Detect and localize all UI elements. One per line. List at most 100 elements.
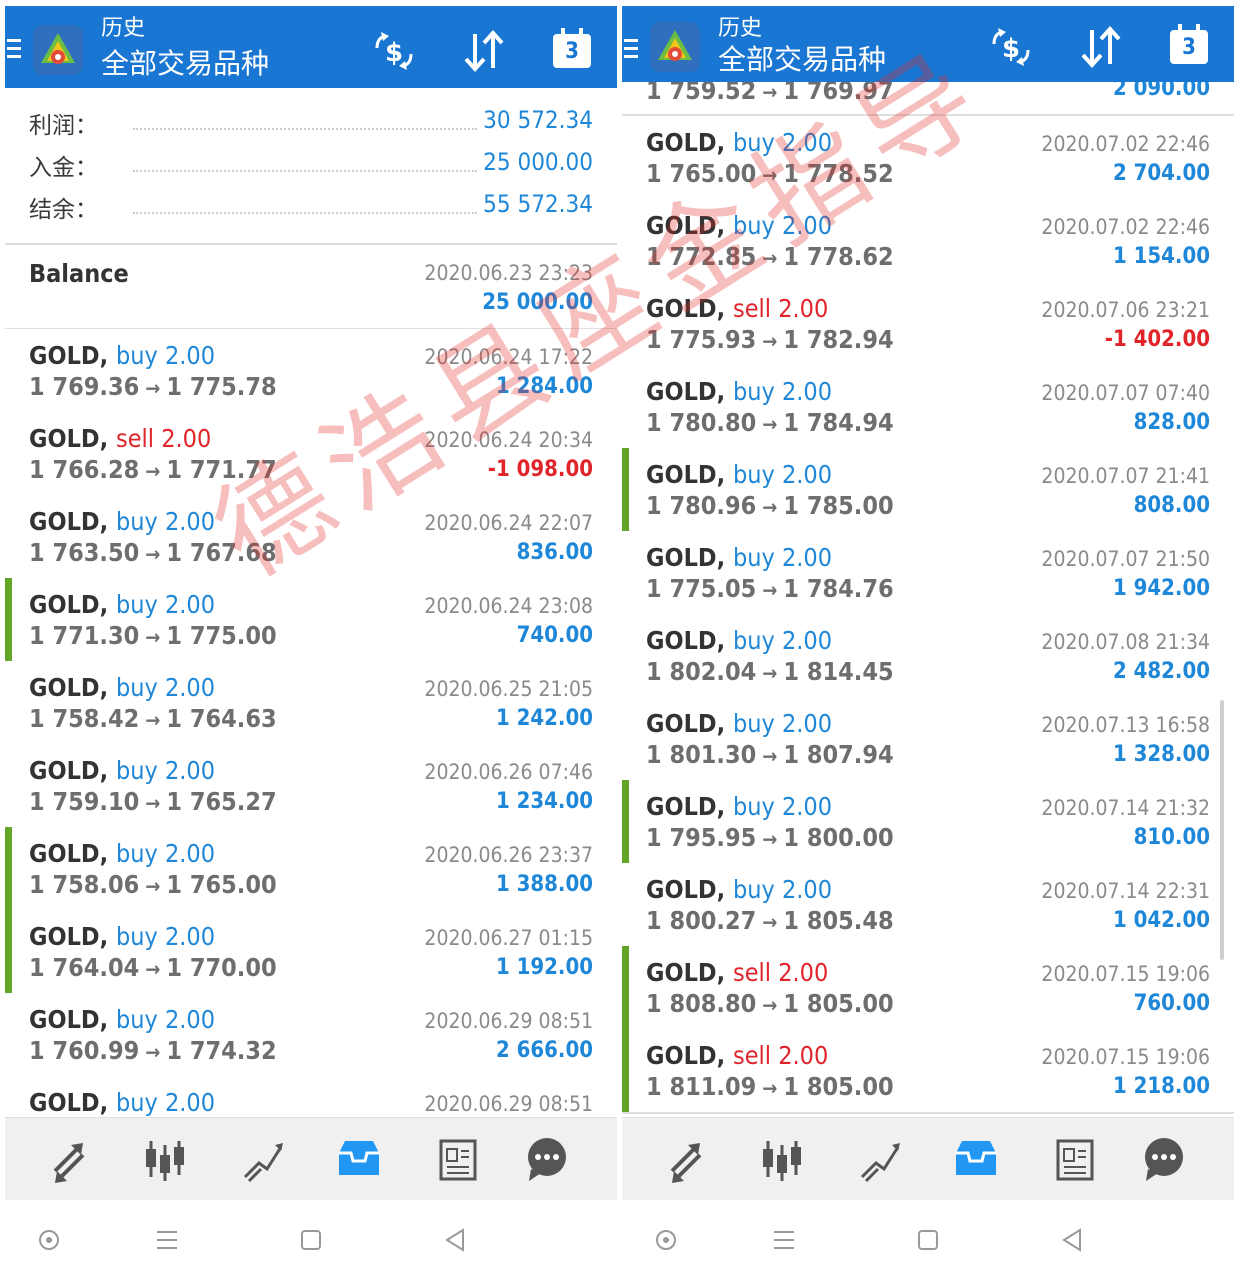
trade-side: buy — [115, 590, 158, 619]
table-row[interactable]: GOLD, buy 2.00 1 758.06 → 1 765.00 2020.06… — [5, 827, 617, 912]
table-row[interactable]: GOLD, buy 2.00 1 763.50 → 1 767.68 2020.06… — [5, 495, 617, 580]
trade-symbol: GOLD — [29, 922, 100, 951]
trade-prices: 1 765.00 → 1 778.52 — [646, 159, 894, 190]
separator: , — [716, 460, 733, 489]
trade-symbol: GOLD — [29, 424, 100, 453]
profit-row: 利润： 30 572.34 — [5, 102, 617, 144]
balance-row: 结余： 55 572.34 — [5, 186, 617, 228]
app-header: 历史 全部交易品种 $ 3 — [5, 6, 617, 88]
header-subtitle[interactable]: 全部交易品种 — [101, 46, 269, 82]
back-icon[interactable] — [1058, 1226, 1086, 1254]
table-row[interactable]: GOLD, buy 2.00 1 795.95 → 1 800.00 2020.07… — [622, 780, 1234, 865]
menu-icon[interactable] — [153, 1226, 181, 1254]
sort-icon[interactable] — [1078, 24, 1124, 70]
header-subtitle[interactable]: 全部交易品种 — [718, 42, 886, 78]
back-icon[interactable] — [441, 1226, 469, 1254]
arrow-icon: → — [762, 495, 778, 519]
trade-icon[interactable] — [239, 1135, 287, 1183]
table-row[interactable]: GOLD, buy 2.00 1 802.04 → 1 814.45 2020.07… — [622, 614, 1234, 699]
trade-profit: 808.00 — [1133, 493, 1210, 518]
trade-title: GOLD, buy 2.00 — [29, 1088, 215, 1118]
trade-profit: 760.00 — [1133, 991, 1210, 1016]
trade-volume: 2.00 — [781, 460, 833, 489]
open-price: 1 808.80 — [646, 989, 757, 1018]
table-row[interactable]: GOLD, buy 2.00 1 765.00 → 1 778.52 2020.07… — [622, 116, 1234, 201]
trade-volume: 2.00 — [161, 424, 212, 453]
trade-title: GOLD, buy 2.00 — [646, 792, 832, 822]
table-row[interactable]: GOLD, sell 2.00 1 808.80 → 1 805.00 2020.0… — [622, 946, 1234, 1031]
table-row[interactable]: GOLD, sell 2.00 1 811.09 → 1 805.00 2020.0… — [622, 1029, 1234, 1114]
trade-side: buy — [115, 756, 158, 785]
chart-icon[interactable] — [141, 1135, 189, 1183]
trade-time: 2020.07.13 16:58 — [1041, 713, 1210, 737]
trade-symbol: GOLD — [29, 839, 100, 868]
currency-exchange-icon[interactable]: $ — [371, 28, 417, 74]
menu-icon[interactable] — [624, 39, 640, 61]
scrollbar[interactable] — [1220, 700, 1224, 960]
table-row[interactable]: GOLD, buy 2.00 1 775.05 → 1 784.76 2020.07… — [622, 531, 1234, 616]
table-row[interactable]: GOLD, buy 2.00 1 758.42 → 1 764.63 2020.06… — [5, 661, 617, 746]
chat-icon[interactable] — [523, 1135, 571, 1183]
news-icon[interactable] — [433, 1135, 481, 1183]
calendar-icon[interactable]: 3 — [549, 28, 595, 74]
history-icon[interactable] — [952, 1135, 1000, 1183]
news-icon[interactable] — [1050, 1135, 1098, 1183]
open-price: 1 772.85 — [646, 242, 757, 271]
arrow-icon: → — [762, 744, 778, 768]
table-row[interactable]: GOLD, buy 2.00 1 759.10 → 1 765.27 2020.06… — [5, 744, 617, 829]
table-row[interactable]: GOLD, buy 2.00 1 769.36 → 1 775.78 2020.06… — [5, 329, 617, 414]
trade-volume: 2.00 — [164, 673, 216, 702]
open-price: 1 771.30 — [29, 621, 140, 650]
menu-icon[interactable] — [770, 1226, 798, 1254]
trade-title: GOLD, buy 2.00 — [29, 507, 215, 537]
trade-symbol: GOLD — [646, 958, 717, 987]
trade-volume: 2.00 — [781, 128, 833, 157]
quotes-icon[interactable] — [45, 1135, 93, 1183]
trade-time: 2020.07.15 19:06 — [1041, 1045, 1210, 1069]
balance-entry-row[interactable]: Balance 2020.06.23 23:23 25 000.00 — [5, 245, 617, 330]
profit-value: 30 572.34 — [483, 106, 593, 134]
sort-icon[interactable] — [461, 28, 507, 74]
svg-text:$: $ — [1002, 34, 1020, 64]
trade-side: buy — [115, 507, 158, 536]
table-row[interactable]: GOLD, buy 2.00 1 801.30 → 1 807.94 2020.07… — [622, 697, 1234, 782]
trade-symbol: GOLD — [646, 128, 717, 157]
table-row[interactable]: GOLD, buy 2.00 1 771.30 → 1 775.00 2020.06… — [5, 578, 617, 663]
menu-icon[interactable] — [7, 39, 23, 61]
table-row[interactable]: GOLD, sell 2.00 1 775.93 → 1 782.94 2020.0… — [622, 282, 1234, 367]
balance-label: 结余： — [29, 197, 98, 223]
open-price: 1 758.42 — [29, 704, 140, 733]
trade-title: GOLD, buy 2.00 — [646, 709, 832, 739]
trade-side: buy — [732, 460, 775, 489]
trade-title: GOLD, buy 2.00 — [29, 590, 215, 620]
table-row[interactable]: GOLD, buy 2.00 1 800.27 → 1 805.48 2020.07… — [622, 863, 1234, 948]
trade-icon[interactable] — [856, 1135, 904, 1183]
system-navigation — [622, 1200, 1234, 1280]
table-row[interactable]: GOLD, buy 2.00 1 764.04 → 1 770.00 2020.06… — [5, 910, 617, 995]
square-icon[interactable] — [297, 1226, 325, 1254]
chat-icon[interactable] — [1140, 1135, 1188, 1183]
calendar-icon[interactable]: 3 — [1166, 24, 1212, 70]
trade-side: buy — [732, 709, 775, 738]
square-icon[interactable] — [914, 1226, 942, 1254]
trade-prices: 1 808.80 → 1 805.00 — [646, 989, 894, 1020]
trade-time: 2020.06.29 08:51 — [424, 1009, 593, 1033]
table-row[interactable]: GOLD, buy 2.00 1 780.80 → 1 784.94 2020.07… — [622, 365, 1234, 450]
separator: , — [99, 756, 116, 785]
trade-volume: 2.00 — [781, 211, 833, 240]
open-price: 1 780.80 — [646, 408, 757, 437]
circle-icon[interactable] — [35, 1226, 63, 1254]
table-row[interactable]: GOLD, buy 2.00 1 780.96 → 1 785.00 2020.07… — [622, 448, 1234, 533]
table-row[interactable]: GOLD, sell 2.00 1 766.28 → 1 771.77 2020.0… — [5, 412, 617, 497]
close-price: 1 774.32 — [166, 1036, 277, 1065]
header-title: 历史 — [718, 16, 763, 41]
currency-exchange-icon[interactable]: $ — [988, 24, 1034, 70]
separator: , — [716, 792, 733, 821]
open-price: 1 760.99 — [29, 1036, 140, 1065]
table-row[interactable]: GOLD, buy 2.00 1 760.99 → 1 774.32 2020.06… — [5, 993, 617, 1078]
quotes-icon[interactable] — [662, 1135, 710, 1183]
history-icon[interactable] — [335, 1135, 383, 1183]
circle-icon[interactable] — [652, 1226, 680, 1254]
chart-icon[interactable] — [758, 1135, 806, 1183]
table-row[interactable]: GOLD, buy 2.00 1 772.85 → 1 778.62 2020.07… — [622, 199, 1234, 284]
